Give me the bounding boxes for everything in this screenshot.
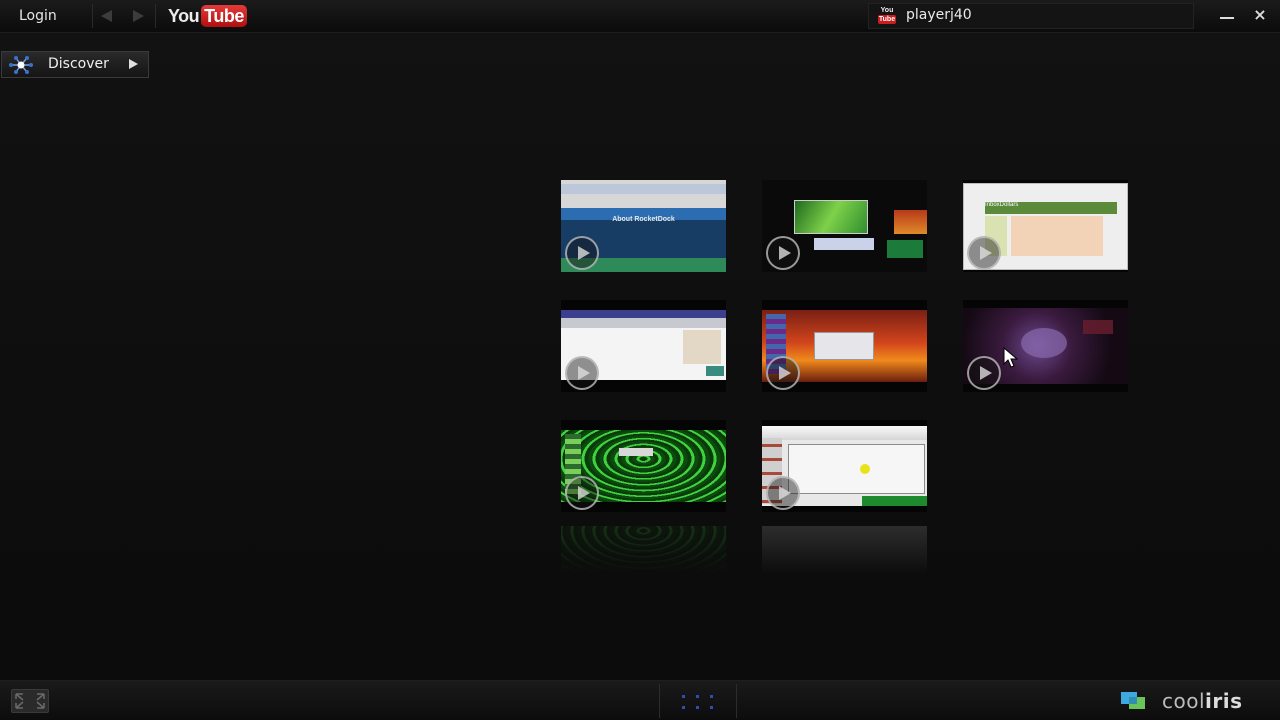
expand-icon [15,693,45,709]
grid-icon [682,695,713,709]
discover-label: Discover [48,56,109,72]
thumbnail-reflection [561,526,726,574]
fullscreen-button[interactable] [11,689,49,713]
video-thumbnail-8[interactable] [762,420,927,512]
video-thumbnail-7[interactable] [561,420,726,512]
thumbnail-text: About RocketDock [612,216,675,223]
back-arrow-icon[interactable] [101,10,112,22]
video-thumbnail-6[interactable] [963,300,1128,392]
play-icon [565,356,599,390]
play-icon [967,356,1001,390]
thumbnail-text: InboxDollars [985,202,1019,208]
video-thumbnail-4[interactable] [561,300,726,392]
thumbnail-reflection [762,526,927,574]
minimize-button[interactable] [1220,17,1234,19]
close-button[interactable]: × [1252,6,1268,24]
youtube-logo: You Tube [168,4,247,28]
video-thumbnail-1[interactable]: About RocketDock [561,180,726,272]
play-icon [766,236,800,270]
search-user-box[interactable]: You Tube playerj40 [868,3,1194,29]
cooliris-icon [1121,692,1145,709]
cooliris-logo: cooliris [1120,687,1243,715]
video-thumbnail-2[interactable] [762,180,927,272]
divider [155,4,156,28]
video-thumbnail-5[interactable] [762,300,927,392]
play-icon [565,236,599,270]
divider [92,4,93,28]
play-icon [766,476,800,510]
grid-view-button[interactable] [659,684,737,718]
play-icon [766,356,800,390]
network-icon [9,56,33,74]
youtube-source-icon: You Tube [878,7,896,24]
bottom-bar: cooliris [0,680,1280,720]
play-arrow-icon [129,59,138,69]
mouse-cursor-icon [1003,347,1019,368]
play-icon [967,236,1001,270]
login-link[interactable]: Login [19,8,57,24]
play-icon [565,476,599,510]
cooliris-youtube-wall: Login You Tube You Tube playerj40 × Disc… [0,0,1280,720]
discover-button[interactable]: Discover [1,51,149,78]
top-bar: Login You Tube You Tube playerj40 × [0,0,1280,33]
forward-arrow-icon[interactable] [133,10,144,22]
video-thumbnail-3[interactable]: InboxDollars [963,180,1128,272]
username-query[interactable]: playerj40 [906,7,972,23]
